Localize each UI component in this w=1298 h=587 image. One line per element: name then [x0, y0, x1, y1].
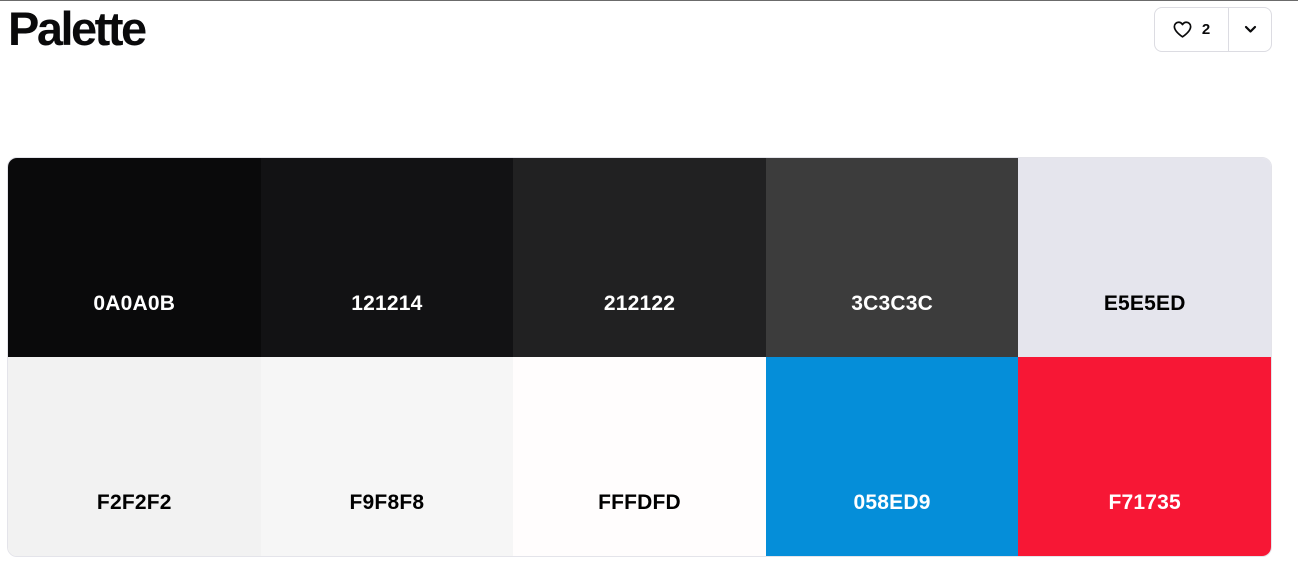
swatch-hex-label: F9F8F8	[349, 491, 425, 514]
color-palette: 0A0A0B 121214 212122 3C3C3C E5E5ED F2F2F…	[7, 157, 1272, 557]
color-swatch[interactable]: 058ED9	[765, 357, 1019, 556]
color-swatch[interactable]: 0A0A0B	[8, 158, 261, 357]
swatch-hex-label: 0A0A0B	[93, 292, 176, 315]
color-swatch[interactable]: 3C3C3C	[765, 158, 1019, 357]
color-swatch[interactable]: F71735	[1018, 357, 1271, 556]
chevron-down-icon	[1244, 25, 1257, 34]
like-count: 2	[1201, 21, 1211, 38]
swatch-hex-label: F2F2F2	[96, 491, 172, 514]
swatch-hex-label: E5E5ED	[1103, 292, 1186, 315]
color-swatch[interactable]: E5E5ED	[1018, 158, 1271, 357]
swatch-hex-label: FFFDFD	[598, 491, 681, 514]
color-swatch[interactable]: 121214	[260, 158, 514, 357]
color-swatch[interactable]: F9F8F8	[260, 357, 514, 556]
heart-outline-icon	[1173, 21, 1192, 38]
more-options-button[interactable]	[1229, 8, 1271, 51]
swatch-hex-label: F71735	[1108, 491, 1181, 514]
color-swatch[interactable]: 212122	[513, 158, 766, 357]
like-button[interactable]: 2	[1155, 8, 1229, 51]
color-swatch[interactable]: F2F2F2	[8, 357, 261, 556]
swatch-hex-label: 212122	[603, 292, 676, 315]
swatch-hex-label: 3C3C3C	[851, 292, 933, 315]
swatch-hex-label: 121214	[351, 292, 423, 315]
page-title: Palette	[8, 2, 147, 55]
palette-actions: 2	[1154, 7, 1272, 52]
color-swatch[interactable]: FFFDFD	[513, 357, 766, 556]
swatch-hex-label: 058ED9	[853, 491, 931, 514]
